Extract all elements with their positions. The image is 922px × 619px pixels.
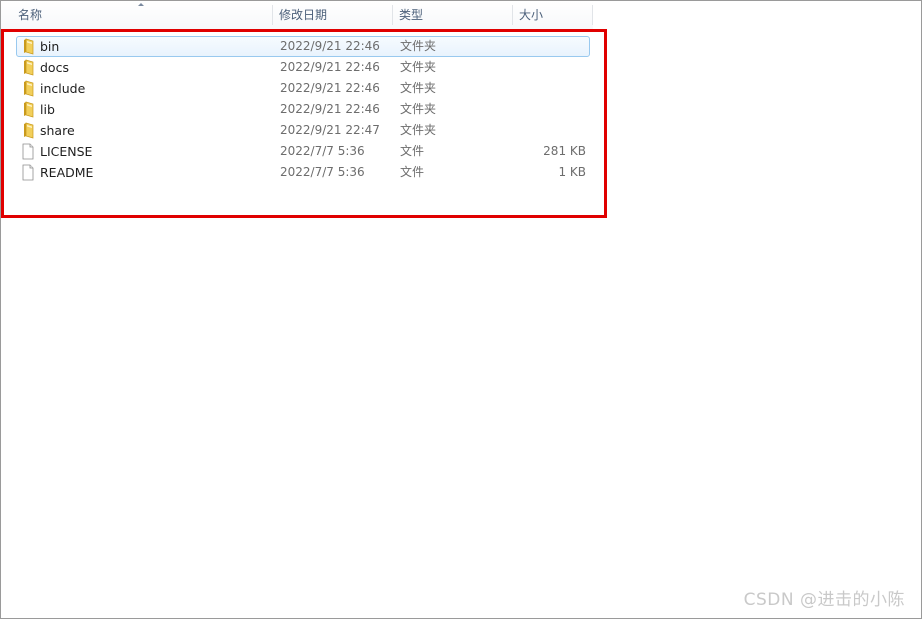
file-name: README bbox=[40, 165, 94, 180]
file-type: 文件夹 bbox=[400, 123, 437, 137]
file-type: 文件 bbox=[400, 165, 425, 179]
folder-icon bbox=[20, 101, 36, 118]
column-header-bar: 名称 修改日期 类型 大小 bbox=[1, 1, 593, 30]
watermark: CSDN @进击的小陈 bbox=[743, 590, 905, 610]
file-type: 文件 bbox=[400, 144, 425, 158]
file-row-license[interactable]: LICENSE 2022/7/7 5:36 文件 281 KB bbox=[1, 141, 601, 162]
file-icon bbox=[20, 143, 36, 160]
file-type: 文件夹 bbox=[400, 60, 437, 74]
file-row-include[interactable]: include 2022/9/21 22:46 文件夹 bbox=[1, 78, 601, 99]
file-date-modified: 2022/9/21 22:47 bbox=[280, 123, 380, 137]
file-row-share[interactable]: share 2022/9/21 22:47 文件夹 bbox=[1, 120, 601, 141]
folder-icon bbox=[20, 38, 36, 55]
file-list: bin 2022/9/21 22:46 文件夹 docs 2022/9/21 2… bbox=[1, 36, 601, 183]
file-explorer-window: 名称 修改日期 类型 大小 bin 2022/9/21 22:46 文件夹 do… bbox=[0, 0, 922, 619]
file-date-modified: 2022/9/21 22:46 bbox=[280, 39, 380, 53]
column-header-name[interactable]: 名称 bbox=[12, 1, 273, 29]
column-header-size[interactable]: 大小 bbox=[513, 1, 593, 29]
file-name: LICENSE bbox=[40, 144, 93, 159]
file-name: docs bbox=[40, 60, 69, 75]
file-row-docs[interactable]: docs 2022/9/21 22:46 文件夹 bbox=[1, 57, 601, 78]
file-type: 文件夹 bbox=[400, 102, 437, 116]
file-name: include bbox=[40, 81, 86, 96]
file-row-bin[interactable]: bin 2022/9/21 22:46 文件夹 bbox=[1, 36, 601, 57]
file-date-modified: 2022/7/7 5:36 bbox=[280, 144, 365, 158]
file-date-modified: 2022/7/7 5:36 bbox=[280, 165, 365, 179]
file-size bbox=[513, 120, 586, 141]
file-size bbox=[513, 99, 586, 120]
file-size bbox=[513, 78, 586, 99]
file-name: bin bbox=[40, 39, 60, 54]
file-date-modified: 2022/9/21 22:46 bbox=[280, 60, 380, 74]
file-row-readme[interactable]: README 2022/7/7 5:36 文件 1 KB bbox=[1, 162, 601, 183]
file-name: share bbox=[40, 123, 75, 138]
file-type: 文件夹 bbox=[400, 39, 437, 53]
file-icon bbox=[20, 164, 36, 181]
file-date-modified: 2022/9/21 22:46 bbox=[280, 81, 380, 95]
column-header-date-modified[interactable]: 修改日期 bbox=[273, 1, 393, 29]
file-size bbox=[513, 36, 586, 57]
file-size bbox=[513, 57, 586, 78]
folder-icon bbox=[20, 80, 36, 97]
file-type: 文件夹 bbox=[400, 81, 437, 95]
folder-icon bbox=[20, 122, 36, 139]
column-header-type[interactable]: 类型 bbox=[393, 1, 513, 29]
file-size: 1 KB bbox=[558, 165, 586, 179]
file-size: 281 KB bbox=[543, 144, 586, 158]
file-name: lib bbox=[40, 102, 55, 117]
file-date-modified: 2022/9/21 22:46 bbox=[280, 102, 380, 116]
folder-icon bbox=[20, 59, 36, 76]
file-row-lib[interactable]: lib 2022/9/21 22:46 文件夹 bbox=[1, 99, 601, 120]
